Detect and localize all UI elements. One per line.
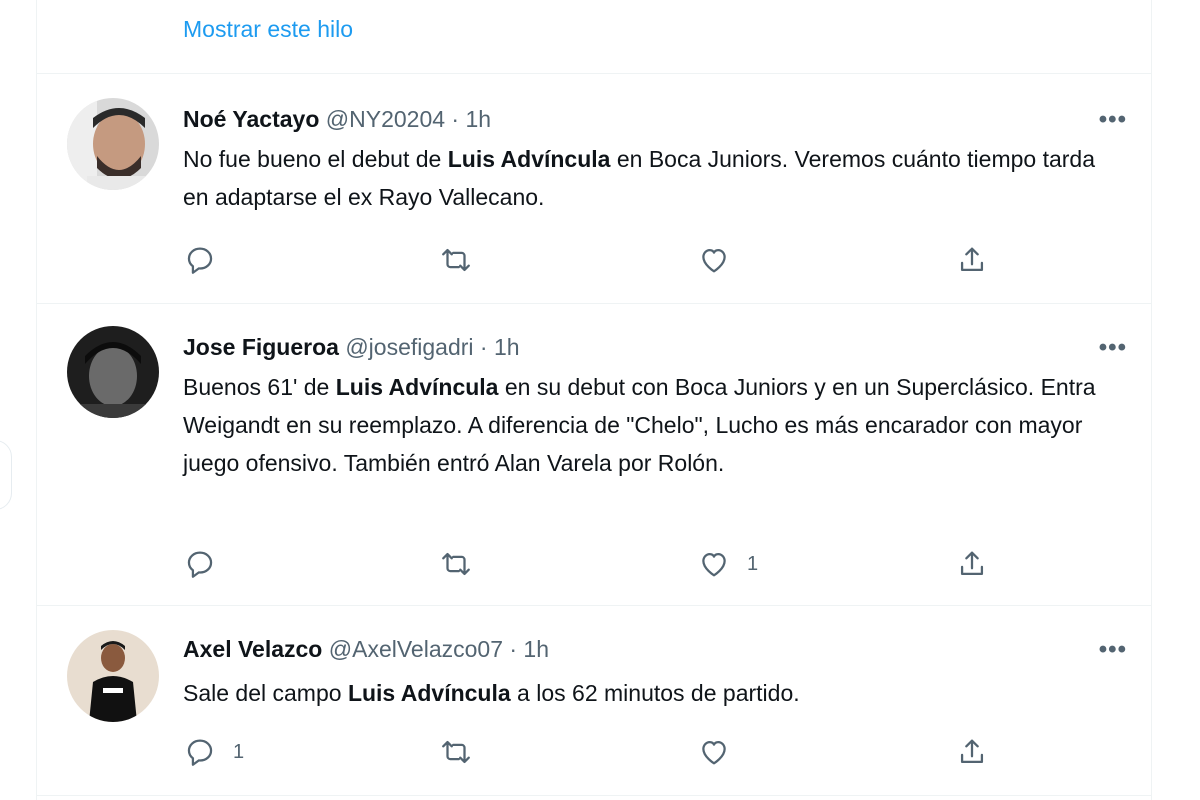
- tweet-text-part: No fue bueno el debut de: [183, 146, 448, 172]
- share-button[interactable]: [955, 732, 989, 772]
- more-icon[interactable]: •••: [1099, 334, 1127, 362]
- tweet-text: Sale del campo Luis Advíncula a los 62 m…: [183, 674, 1123, 712]
- more-icon[interactable]: •••: [1099, 106, 1127, 134]
- retweet-icon: [442, 552, 470, 576]
- like-icon: [702, 552, 726, 577]
- reply-count: 1: [233, 740, 245, 763]
- tweet-text: Buenos 61' de Luis Advíncula en su debut…: [183, 368, 1123, 482]
- tweet[interactable]: Jose Figueroa @josefigadri · 1h ••• Buen…: [37, 304, 1151, 606]
- reply-button[interactable]: [183, 240, 233, 280]
- side-panel-edge: [0, 440, 12, 510]
- tweet-header: Jose Figueroa @josefigadri · 1h: [183, 334, 520, 361]
- like-icon: [702, 248, 726, 273]
- mention-text: Luis Advíncula: [335, 374, 499, 400]
- share-button[interactable]: [955, 544, 989, 584]
- author-name[interactable]: Noé Yactayo: [183, 106, 319, 132]
- tweet-text-part: Buenos 61' de: [183, 374, 336, 400]
- reply-button[interactable]: 1: [183, 732, 244, 772]
- tweet-text-part: Sale del campo: [183, 680, 348, 706]
- share-button[interactable]: [955, 240, 989, 280]
- mention-text: Luis Advíncula: [347, 680, 511, 706]
- timeline: Mostrar este hilo Noé Yactayo @NY20204 ·…: [36, 0, 1152, 800]
- show-thread-link[interactable]: Mostrar este hilo: [183, 16, 353, 43]
- share-icon: [960, 247, 984, 272]
- retweet-button[interactable]: [439, 544, 489, 584]
- like-button[interactable]: 1: [697, 544, 758, 584]
- show-thread-row: Mostrar este hilo: [37, 0, 1151, 74]
- tweet-header: Noé Yactayo @NY20204 · 1h: [183, 106, 491, 133]
- retweet-button[interactable]: [439, 240, 489, 280]
- like-count: 1: [747, 552, 759, 575]
- tweet-text-part: a los 62 minutos de partido.: [510, 680, 800, 706]
- avatar[interactable]: [67, 98, 159, 190]
- author-handle[interactable]: @AxelVelazco07 · 1h: [329, 636, 549, 662]
- avatar[interactable]: [67, 630, 159, 722]
- tweet-actions: 1: [183, 732, 1003, 772]
- reply-icon: [187, 739, 213, 766]
- more-icon[interactable]: •••: [1099, 636, 1127, 664]
- tweet[interactable]: Axel Velazco @AxelVelazco07 · 1h ••• Sal…: [37, 606, 1151, 796]
- retweet-icon: [442, 740, 470, 764]
- tweet-text: No fue bueno el debut de Luis Advíncula …: [183, 140, 1123, 216]
- author-name[interactable]: Axel Velazco: [183, 636, 322, 662]
- share-icon: [960, 551, 984, 576]
- like-button[interactable]: [697, 732, 747, 772]
- share-icon: [960, 739, 984, 764]
- tweet-header: Axel Velazco @AxelVelazco07 · 1h: [183, 636, 549, 663]
- left-edge: [0, 0, 36, 800]
- reply-icon: [187, 551, 213, 578]
- tweet-actions: 1: [183, 544, 1003, 584]
- tweet-actions: [183, 240, 1003, 280]
- reply-button[interactable]: [183, 544, 233, 584]
- author-handle[interactable]: @NY20204 · 1h: [326, 106, 491, 132]
- mention-text: Luis Advíncula: [447, 146, 611, 172]
- author-handle[interactable]: @josefigadri · 1h: [345, 334, 519, 360]
- author-name[interactable]: Jose Figueroa: [183, 334, 339, 360]
- retweet-button[interactable]: [439, 732, 489, 772]
- like-button[interactable]: [697, 240, 747, 280]
- like-icon: [702, 740, 726, 765]
- reply-icon: [187, 247, 213, 274]
- avatar[interactable]: [67, 326, 159, 418]
- tweet[interactable]: Noé Yactayo @NY20204 · 1h ••• No fue bue…: [37, 74, 1151, 304]
- retweet-icon: [442, 248, 470, 272]
